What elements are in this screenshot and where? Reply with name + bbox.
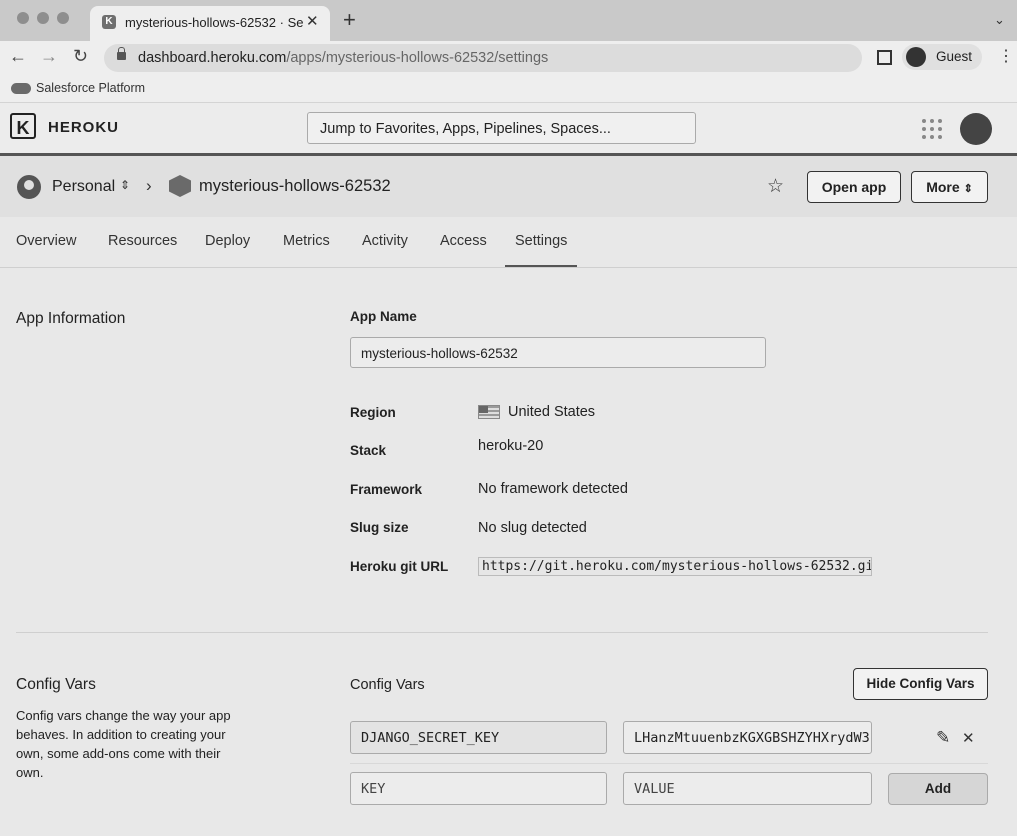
slug-size-label: Slug size bbox=[350, 520, 409, 535]
heroku-logo-icon[interactable]: K bbox=[10, 113, 36, 139]
config-row-divider bbox=[350, 763, 988, 764]
more-chevron-icon: ⇕ bbox=[963, 183, 973, 195]
profile-label: Guest bbox=[936, 49, 973, 64]
salesforce-cloud-icon bbox=[11, 83, 31, 94]
config-vars-section-title: Config Vars bbox=[16, 676, 96, 693]
tab-resources[interactable]: Resources bbox=[108, 233, 177, 249]
apps-grid-icon[interactable] bbox=[922, 119, 942, 139]
lock-icon bbox=[117, 47, 126, 60]
back-icon[interactable]: ← bbox=[9, 46, 27, 67]
browser-tab-title: mysterious-hollows-62532 · Se bbox=[125, 15, 304, 30]
tab-search-icon[interactable]: ⌄ bbox=[994, 12, 1005, 28]
reload-icon[interactable]: ↻ bbox=[73, 46, 88, 67]
guest-avatar-icon bbox=[906, 47, 926, 67]
jump-search-input[interactable]: Jump to Favorites, Apps, Pipelines, Spac… bbox=[307, 112, 696, 144]
browser-menu-icon[interactable]: ⋮ bbox=[998, 46, 1014, 66]
heroku-favicon-icon: K bbox=[102, 15, 116, 29]
tab-overview[interactable]: Overview bbox=[16, 233, 76, 249]
config-value-field[interactable]: LHanzMtuuenbzKGXGBSHZYHXrydW3 bbox=[623, 721, 872, 754]
app-name-input[interactable]: mysterious-hollows-62532 bbox=[350, 337, 766, 368]
url-host: dashboard.heroku.com bbox=[138, 50, 287, 66]
side-panel-icon[interactable] bbox=[877, 50, 892, 65]
bookmark-salesforce-platform[interactable]: Salesforce Platform bbox=[36, 81, 145, 95]
app-title: mysterious-hollows-62532 bbox=[199, 177, 391, 195]
heroku-wordmark[interactable]: HEROKU bbox=[48, 119, 119, 136]
forward-icon[interactable]: → bbox=[40, 46, 58, 67]
breadcrumb-chevron-icon: › bbox=[146, 176, 152, 195]
stack-label: Stack bbox=[350, 443, 387, 458]
region-label: Region bbox=[350, 405, 396, 420]
config-key-field[interactable]: DJANGO_SECRET_KEY bbox=[350, 721, 607, 754]
active-tab-indicator bbox=[505, 265, 577, 267]
browser-tab-strip: K mysterious-hollows-62532 · Se ✕ + ⌄ bbox=[0, 0, 1017, 41]
personal-account-icon bbox=[17, 175, 41, 199]
us-flag-icon bbox=[478, 405, 500, 419]
git-url-value[interactable]: https://git.heroku.com/mysterious-hollow… bbox=[478, 557, 872, 576]
region-value: United States bbox=[508, 404, 596, 420]
slug-size-value: No slug detected bbox=[478, 520, 587, 536]
app-nav-tabs: Overview Resources Deploy Metrics Activi… bbox=[0, 217, 1017, 268]
profile-button[interactable]: Guest bbox=[902, 44, 982, 70]
new-key-input[interactable]: KEY bbox=[350, 772, 607, 805]
app-name-label: App Name bbox=[350, 309, 417, 324]
bookmarks-bar: Salesforce Platform bbox=[0, 75, 1017, 103]
remove-var-icon[interactable]: ✕ bbox=[962, 729, 975, 747]
stack-value: heroku-20 bbox=[478, 438, 544, 454]
git-url-label: Heroku git URL bbox=[350, 559, 449, 574]
config-vars-description: Config vars change the way your app beha… bbox=[16, 708, 231, 780]
section-divider bbox=[16, 632, 988, 633]
window-close-button[interactable] bbox=[17, 12, 29, 24]
framework-label: Framework bbox=[350, 482, 423, 497]
tab-metrics[interactable]: Metrics bbox=[283, 233, 330, 249]
app-information-title: App Information bbox=[16, 310, 126, 327]
hide-config-vars-button[interactable]: Hide Config Vars bbox=[853, 668, 988, 700]
app-bar: Personal ⇕ › mysterious-hollows-62532 ☆ … bbox=[0, 156, 1017, 217]
tab-access[interactable]: Access bbox=[440, 233, 487, 249]
browser-toolbar: ← → ↻ dashboard.heroku.com/apps/mysterio… bbox=[0, 41, 1017, 75]
tab-settings[interactable]: Settings bbox=[515, 233, 567, 249]
more-label: More bbox=[926, 179, 960, 195]
address-url[interactable]: dashboard.heroku.com/apps/mysterious-hol… bbox=[138, 50, 548, 66]
new-tab-button[interactable]: + bbox=[343, 9, 356, 31]
new-value-input[interactable]: VALUE bbox=[623, 772, 872, 805]
tab-deploy[interactable]: Deploy bbox=[205, 233, 250, 249]
add-config-var-button[interactable]: Add bbox=[888, 773, 988, 805]
url-path: /apps/mysterious-hollows-62532/settings bbox=[286, 50, 549, 66]
config-vars-heading: Config Vars bbox=[350, 677, 425, 693]
window-minimize-button[interactable] bbox=[37, 12, 49, 24]
edit-pencil-icon[interactable]: ✎ bbox=[936, 728, 950, 748]
app-hexagon-icon bbox=[169, 175, 191, 197]
browser-tab[interactable]: K mysterious-hollows-62532 · Se ✕ bbox=[90, 6, 330, 41]
heroku-header: K HEROKU Jump to Favorites, Apps, Pipeli… bbox=[0, 103, 1017, 156]
open-app-button[interactable]: Open app bbox=[807, 171, 901, 203]
framework-value: No framework detected bbox=[478, 481, 628, 497]
account-switch-icon[interactable]: ⇕ bbox=[120, 178, 130, 192]
address-bar[interactable]: dashboard.heroku.com/apps/mysterious-hol… bbox=[104, 44, 862, 72]
user-avatar[interactable] bbox=[960, 113, 992, 145]
favorite-star-icon[interactable]: ☆ bbox=[767, 175, 784, 198]
account-switcher[interactable]: Personal bbox=[52, 178, 115, 196]
window-zoom-button[interactable] bbox=[57, 12, 69, 24]
tab-activity[interactable]: Activity bbox=[362, 233, 408, 249]
more-button[interactable]: More ⇕ bbox=[911, 171, 988, 203]
close-tab-icon[interactable]: ✕ bbox=[306, 12, 319, 30]
